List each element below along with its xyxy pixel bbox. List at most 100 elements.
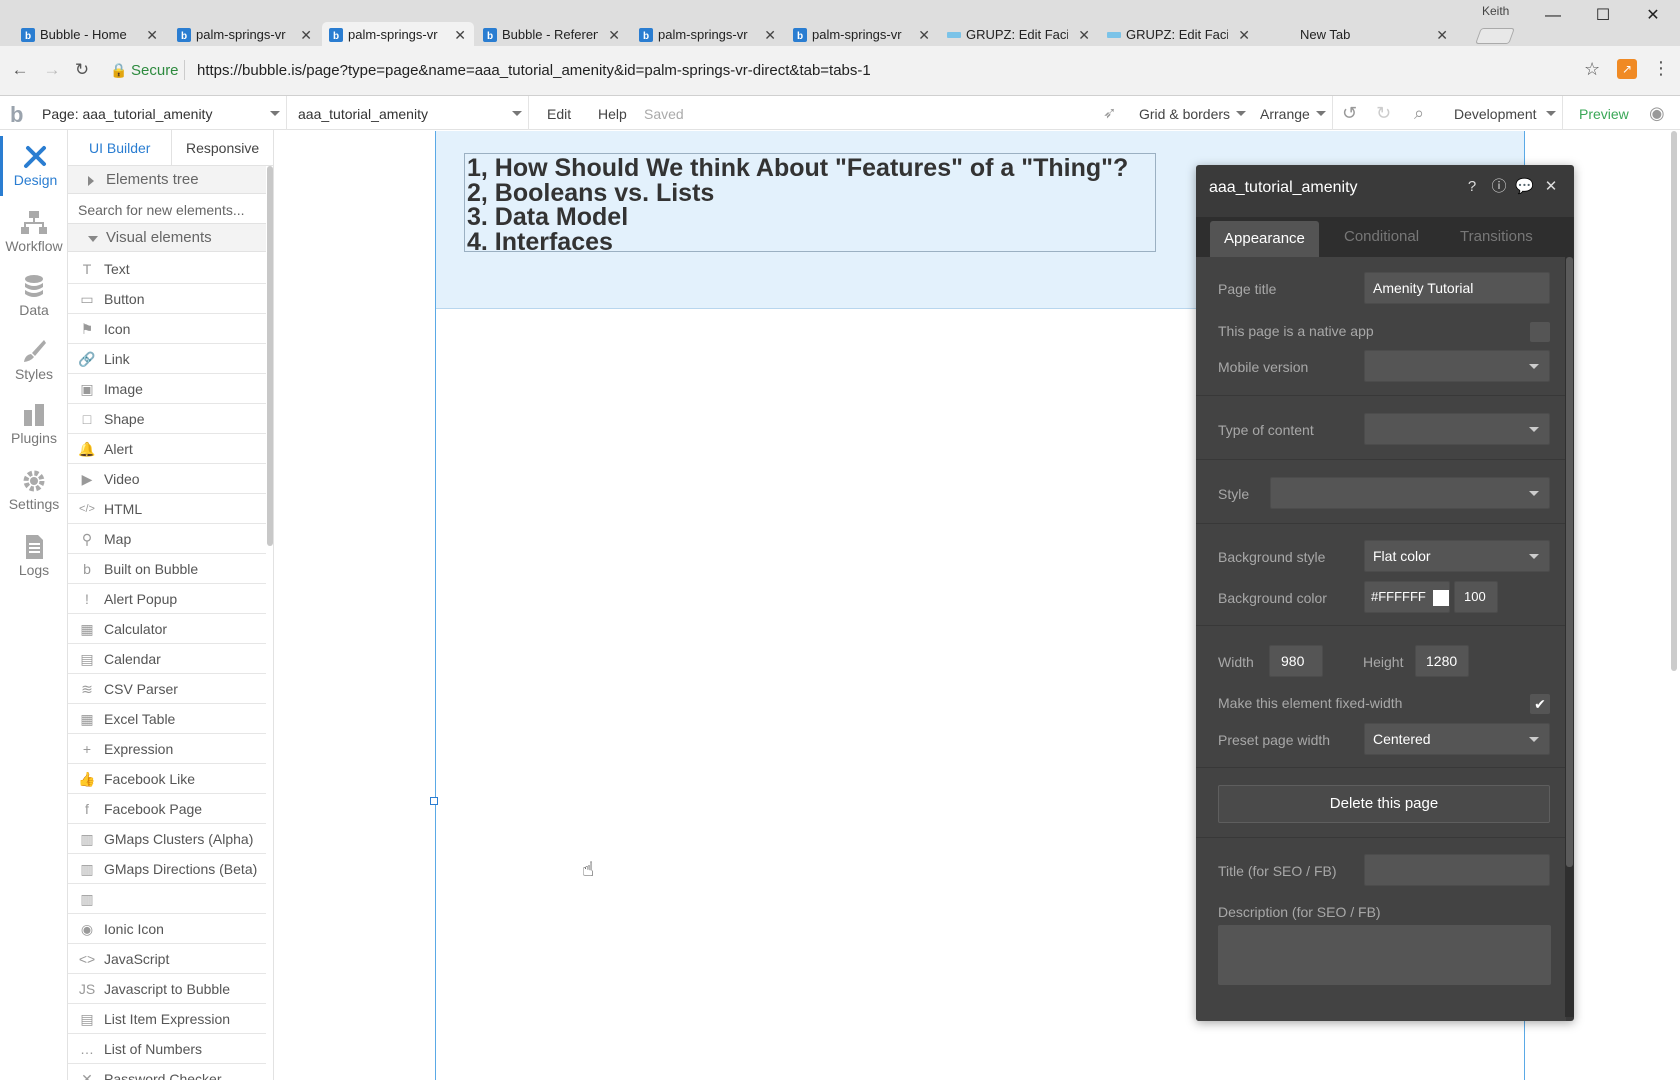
browser-tab[interactable]: b palm-springs-vr ✕ [170,22,320,48]
element-list-item[interactable]: ▤ Calendar [68,644,266,674]
style-dropdown[interactable] [1270,477,1550,509]
forward-arrow-icon[interactable]: → [42,60,62,80]
browser-menu-icon[interactable]: ⋮ [1652,58,1670,79]
close-icon[interactable]: ✕ [608,22,620,48]
element-list-item[interactable]: <> JavaScript [68,944,266,974]
close-icon[interactable]: ✕ [1436,22,1448,48]
chevron-down-icon[interactable] [1546,111,1556,116]
close-icon[interactable]: ✕ [1238,22,1250,48]
close-icon[interactable]: ✕ [918,22,930,48]
element-list-item[interactable]: ▥ GMaps Clusters (Alpha) [68,824,266,854]
background-style-dropdown[interactable]: Flat color [1364,540,1550,572]
chevron-down-icon[interactable] [512,111,522,116]
rail-item-plugins[interactable]: Plugins [0,394,68,454]
edit-menu[interactable]: Edit [547,106,571,122]
close-icon[interactable]: ✕ [300,22,312,48]
height-input[interactable]: 1280 [1415,645,1469,677]
resize-handle[interactable] [430,797,438,805]
element-list-item[interactable]: ≋ CSV Parser [68,674,266,704]
background-opacity-input[interactable]: 100 [1454,581,1498,613]
browser-tab-active[interactable]: b palm-springs-vr ✕ [322,22,474,48]
rail-item-logs[interactable]: Logs [0,526,68,586]
background-color-input[interactable]: #FFFFFF [1364,581,1450,613]
element-list-item[interactable]: ▥ [68,884,266,914]
seo-description-textarea[interactable] [1218,925,1551,985]
tab-transitions[interactable]: Transitions [1446,217,1547,257]
element-list-item[interactable]: 👍 Facebook Like [68,764,266,794]
rail-item-workflow[interactable]: Workflow [0,202,68,262]
undo-icon[interactable]: ↺ [1342,103,1357,124]
tab-conditional[interactable]: Conditional [1330,217,1433,257]
element-list-item[interactable]: … List of Numbers [68,1034,266,1064]
help-icon[interactable]: ? [1463,178,1481,196]
element-list-item[interactable]: ⚑ Icon [68,314,266,344]
chevron-down-icon[interactable] [1236,111,1246,116]
element-list-item[interactable]: 🔗 Link [68,344,266,374]
visual-elements-toggle[interactable]: Visual elements [68,224,266,252]
element-list-item[interactable]: ✕ Password Checker [68,1064,266,1080]
info-icon[interactable]: ⓘ [1490,178,1508,196]
bookmark-star-icon[interactable]: ☆ [1584,59,1600,80]
comment-icon[interactable]: 💬 [1515,178,1534,196]
element-list-item[interactable]: T Text [68,254,266,284]
element-list-item[interactable]: ▶ Video [68,464,266,494]
canvas-scrollbar[interactable] [1671,131,1677,671]
elements-tree-toggle[interactable]: Elements tree [68,166,266,194]
element-list-item[interactable]: + Expression [68,734,266,764]
element-list-item[interactable]: ! Alert Popup [68,584,266,614]
element-list-item[interactable]: ▣ Image [68,374,266,404]
new-tab-button[interactable] [1475,28,1515,44]
tab-appearance[interactable]: Appearance [1210,221,1319,257]
mobile-version-dropdown[interactable] [1364,350,1550,382]
arrange-menu[interactable]: Arrange [1260,106,1310,122]
close-icon[interactable]: ✕ [454,22,466,48]
grid-borders-menu[interactable]: Grid & borders [1139,106,1230,122]
window-close-icon[interactable]: ✕ [1643,6,1663,26]
rail-item-data[interactable]: Data [0,266,68,326]
browser-tab[interactable]: New Tab ✕ [1292,22,1456,48]
redo-icon[interactable]: ↻ [1376,103,1391,124]
element-list-item[interactable]: JS Javascript to Bubble [68,974,266,1004]
element-list-item[interactable]: ▭ Button [68,284,266,314]
delete-page-button[interactable]: Delete this page [1218,785,1550,823]
element-list-item[interactable]: b Built on Bubble [68,554,266,584]
close-icon[interactable]: ✕ [1078,22,1090,48]
back-arrow-icon[interactable]: ← [10,60,30,80]
reload-icon[interactable]: ↻ [72,60,92,80]
element-list-item[interactable]: ▤ List Item Expression [68,1004,266,1034]
browser-tab[interactable]: b Bubble - Referen ✕ [476,22,628,48]
element-list-item[interactable]: f Facebook Page [68,794,266,824]
browser-user[interactable]: Keith [1482,4,1509,18]
page-title-input[interactable]: Amenity Tutorial [1364,272,1550,304]
account-icon[interactable]: ◉ [1649,103,1665,124]
browser-tab[interactable]: GRUPZ: Edit Faci ✕ [1100,22,1258,48]
tab-responsive[interactable]: Responsive [186,140,259,156]
rail-item-design[interactable]: Design [0,136,68,196]
browser-tab[interactable]: b palm-springs-vr ✕ [632,22,784,48]
chevron-down-icon[interactable] [270,111,280,116]
tab-ui-builder[interactable]: UI Builder [89,140,150,156]
type-of-content-dropdown[interactable] [1364,413,1550,445]
width-input[interactable]: 980 [1269,645,1323,677]
element-list-item[interactable]: ⚲ Map [68,524,266,554]
element-list-item[interactable]: ▥ GMaps Directions (Beta) [68,854,266,884]
element-selector[interactable]: aaa_tutorial_amenity [298,106,428,122]
browser-tab[interactable]: GRUPZ: Edit Faci ✕ [940,22,1098,48]
panel-scrollbar[interactable] [267,166,273,546]
element-list-item[interactable]: ▦ Excel Table [68,704,266,734]
element-list-item[interactable]: □ Shape [68,404,266,434]
preset-width-dropdown[interactable]: Centered [1364,723,1550,755]
page-selector[interactable]: Page: aaa_tutorial_amenity [42,106,212,122]
preview-button[interactable]: Preview [1579,106,1629,122]
browser-tab[interactable]: b Bubble - Home ✕ [14,22,166,48]
browser-tab[interactable]: b palm-springs-vr ✕ [786,22,938,48]
pointer-icon[interactable]: ➶ [1103,103,1116,123]
color-swatch[interactable] [1433,590,1449,606]
fixed-width-checkbox[interactable]: ✔ [1530,694,1550,714]
help-menu[interactable]: Help [598,106,627,122]
environment-selector[interactable]: Development [1454,106,1537,122]
search-elements-input[interactable] [68,196,266,224]
outline-text-element[interactable]: 1, How Should We think About "Features" … [464,153,1156,254]
scrollbar-thumb[interactable] [1566,257,1573,867]
rail-item-settings[interactable]: Settings [0,460,68,520]
